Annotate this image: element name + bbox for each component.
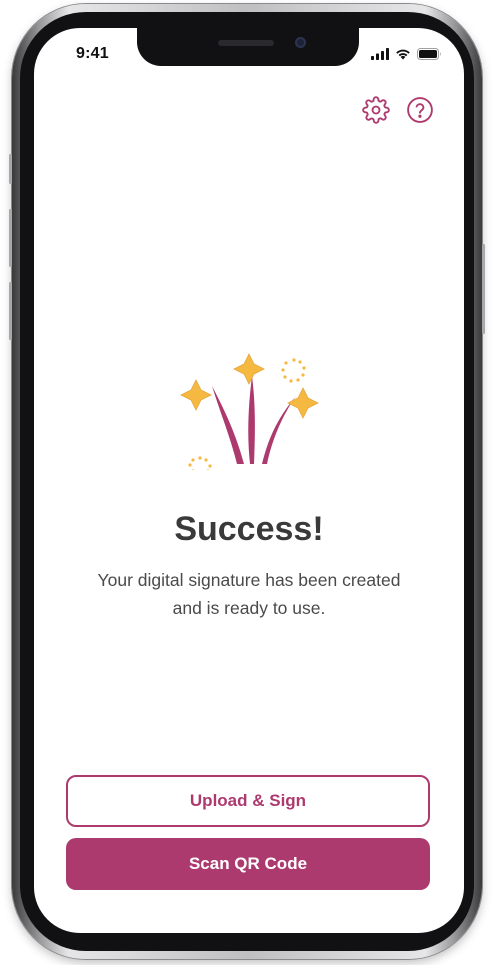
header-actions	[362, 96, 434, 124]
sparkle-star-left	[180, 379, 212, 411]
volume-up-button	[9, 209, 12, 267]
volume-down-button	[9, 282, 12, 340]
help-button[interactable]	[406, 96, 434, 124]
firework-trail-center	[248, 376, 255, 464]
sparkle-star-right	[287, 387, 319, 419]
success-message: Your digital signature has been created …	[97, 570, 401, 618]
sparkle-star-top	[233, 353, 265, 385]
status-icons	[371, 48, 442, 60]
dot-burst-top-right	[281, 358, 306, 383]
question-circle-icon	[407, 97, 433, 123]
earpiece-speaker	[218, 40, 274, 46]
app-screen: 9:41 Success! Your digital signature has…	[34, 28, 464, 933]
front-camera	[295, 37, 306, 48]
wifi-icon	[396, 49, 410, 60]
upload-sign-button[interactable]: Upload & Sign	[66, 775, 430, 827]
dot-burst-bottom-left	[188, 456, 212, 470]
status-time: 9:41	[76, 45, 109, 62]
settings-button[interactable]	[362, 96, 390, 124]
firework-trail-right	[262, 396, 296, 464]
gear-icon	[362, 96, 390, 124]
cellular-signal-icon	[371, 48, 389, 60]
firework-trail-left	[212, 386, 244, 464]
fireworks-celebration-icon	[180, 353, 319, 470]
scan-qr-code-button[interactable]: Scan QR Code	[66, 838, 430, 890]
success-title: Success!	[174, 510, 324, 548]
power-button	[482, 244, 485, 334]
notch	[137, 28, 359, 66]
battery-icon	[417, 48, 441, 60]
mute-switch	[9, 154, 12, 184]
